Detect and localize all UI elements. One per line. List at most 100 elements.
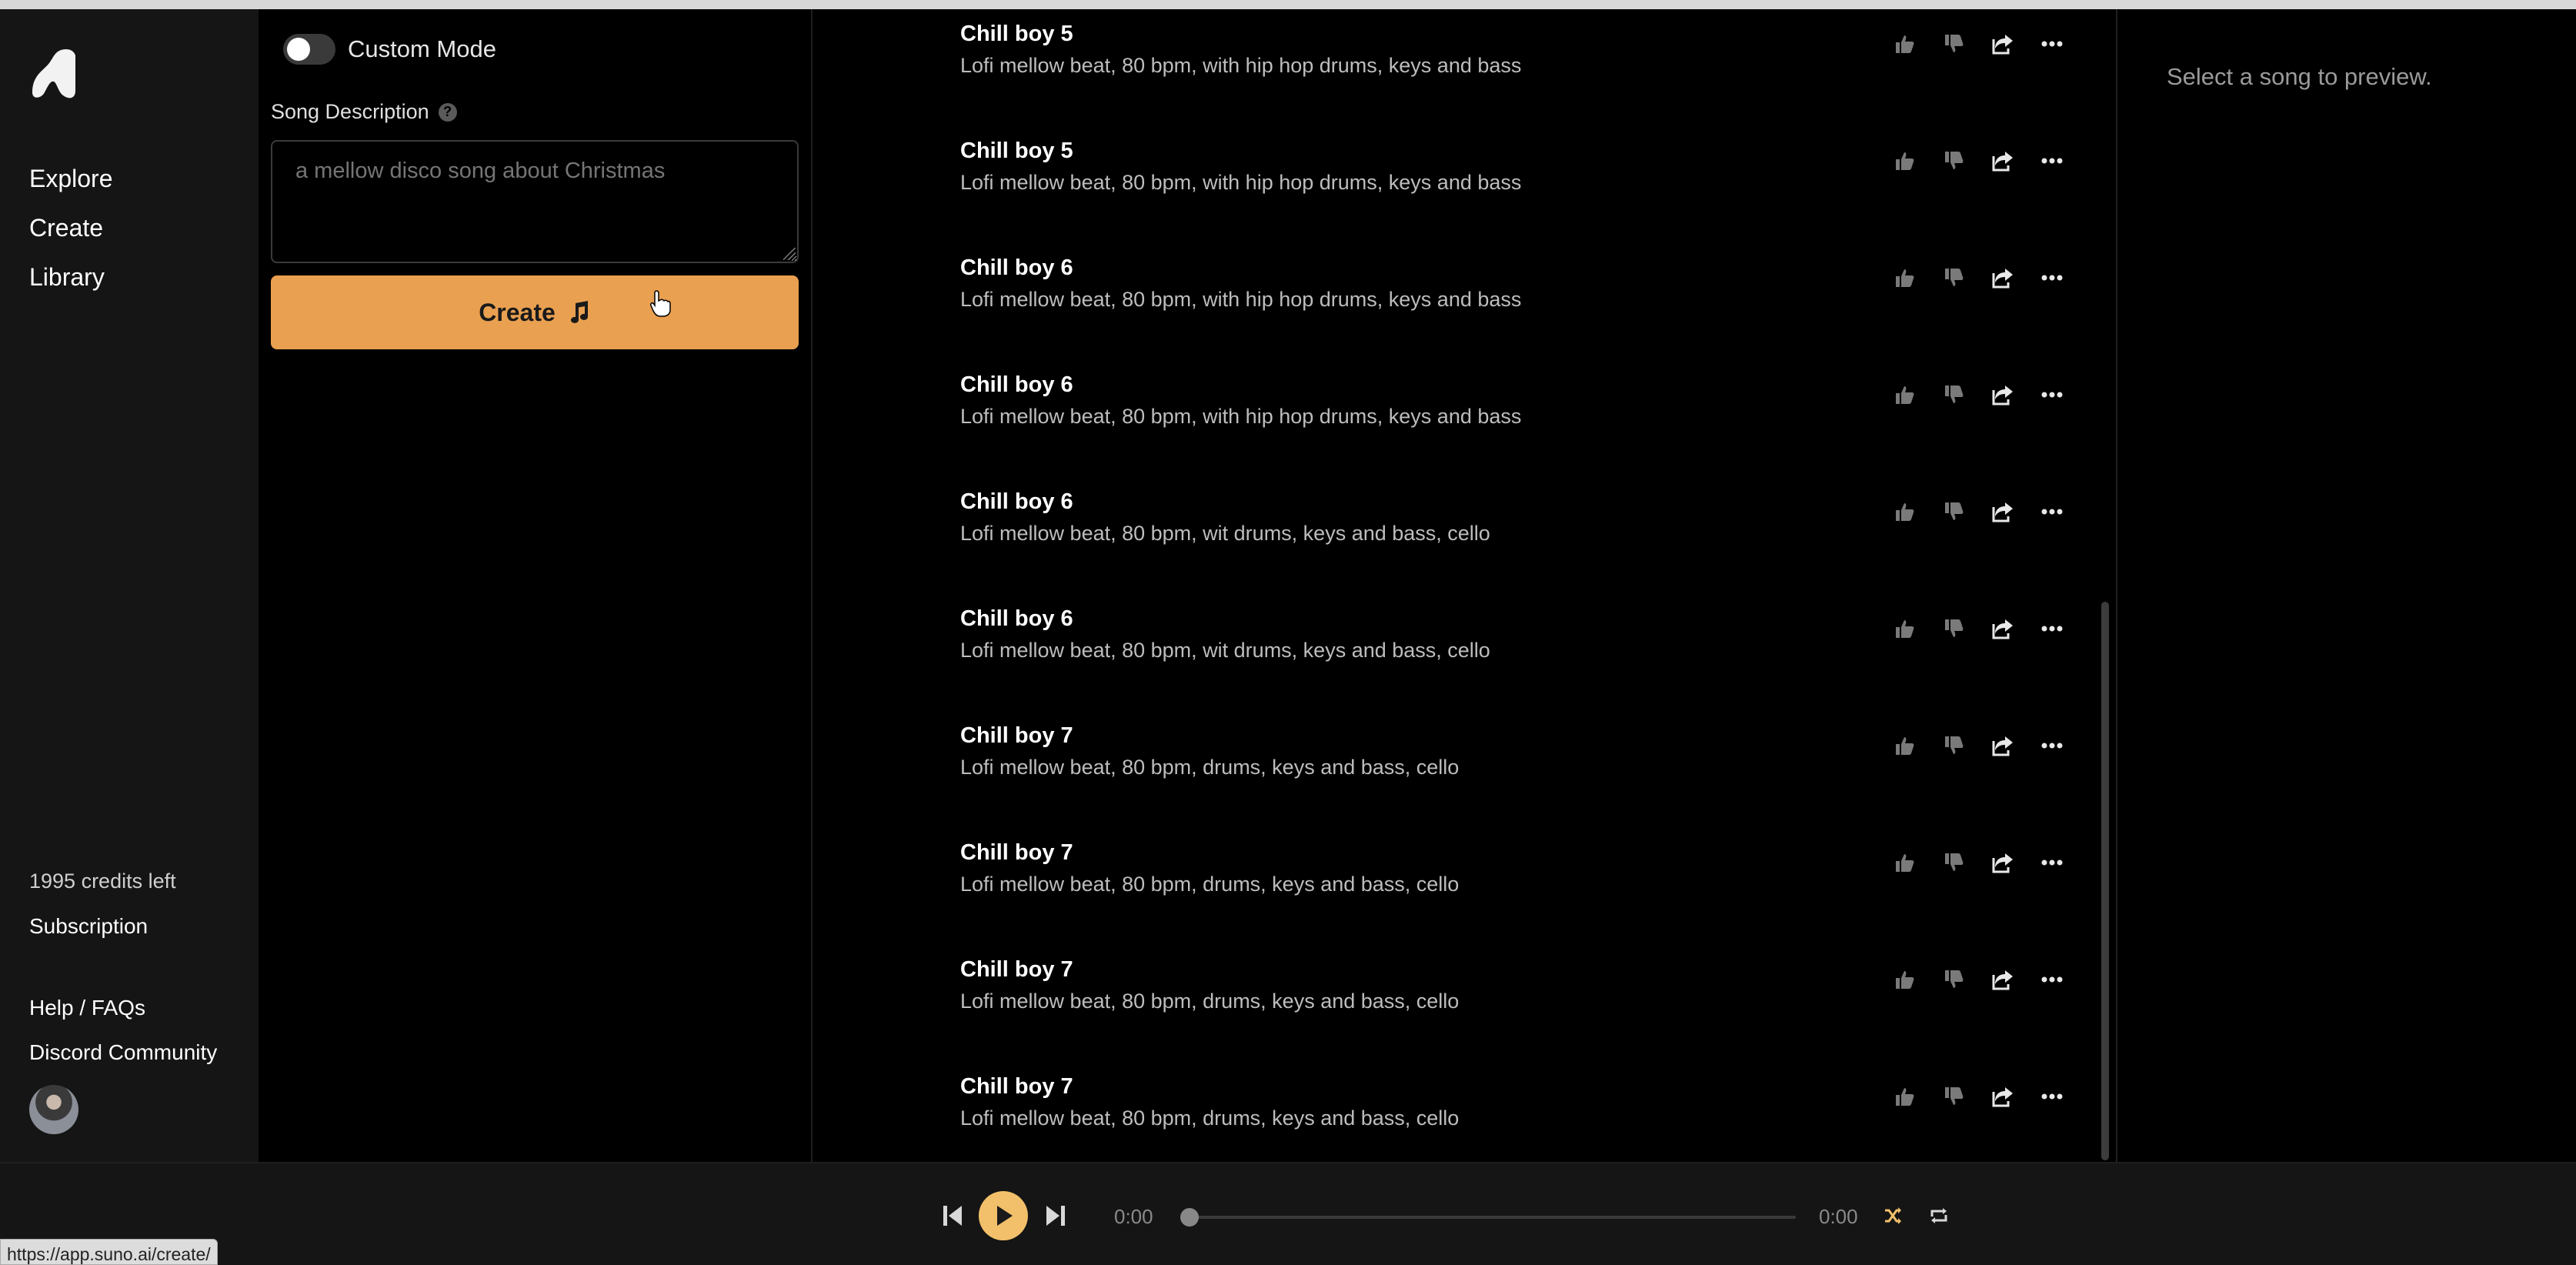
song-title[interactable]: Chill boy 7 <box>960 840 1073 866</box>
help-faqs-link[interactable]: Help / FAQs <box>29 996 145 1020</box>
song-description: Lofi mellow beat, 80 bpm, wit drums, key… <box>960 639 1490 662</box>
thumbs-up-icon <box>1894 969 1915 990</box>
dislike-button[interactable] <box>1940 733 1967 759</box>
dislike-button[interactable] <box>1940 382 1967 408</box>
dislike-button[interactable] <box>1940 966 1967 993</box>
share-button[interactable] <box>1990 382 2016 408</box>
play-icon <box>997 1206 1013 1226</box>
share-button[interactable] <box>1990 1083 2016 1110</box>
more-options-button[interactable] <box>2039 966 2065 993</box>
preview-panel: Select a song to preview. <box>2116 9 2576 1162</box>
like-button[interactable] <box>1891 382 1917 408</box>
like-button[interactable] <box>1891 966 1917 993</box>
share-button[interactable] <box>1990 966 2016 993</box>
dislike-button[interactable] <box>1940 31 1967 57</box>
more-options-button[interactable] <box>2039 849 2065 876</box>
song-title[interactable]: Chill boy 7 <box>960 723 1073 749</box>
share-button[interactable] <box>1990 31 2016 57</box>
like-button[interactable] <box>1891 31 1917 57</box>
suno-logo-icon[interactable] <box>28 45 77 103</box>
song-title[interactable]: Chill boy 6 <box>960 489 1073 515</box>
dislike-button[interactable] <box>1940 265 1967 291</box>
nav-create[interactable]: Create <box>29 203 113 252</box>
dislike-button[interactable] <box>1940 499 1967 525</box>
repeat-button[interactable] <box>1924 1191 1954 1240</box>
share-button[interactable] <box>1990 265 2016 291</box>
share-icon <box>1991 1086 2014 1107</box>
song-row[interactable]: Chill boy 7 Lofi mellow beat, 80 bpm, dru… <box>814 826 2091 943</box>
progress-handle[interactable] <box>1180 1208 1199 1227</box>
subscription-link[interactable]: Subscription <box>29 914 148 939</box>
next-track-button[interactable] <box>1034 1191 1077 1240</box>
like-button[interactable] <box>1891 148 1917 174</box>
song-row[interactable]: Chill boy 7 Lofi mellow beat, 80 bpm, dru… <box>814 1060 2091 1177</box>
like-button[interactable] <box>1891 265 1917 291</box>
song-row[interactable]: Chill boy 7 Lofi mellow beat, 80 bpm, dru… <box>814 709 2091 826</box>
share-button[interactable] <box>1990 499 2016 525</box>
play-button[interactable] <box>979 1191 1028 1240</box>
shuffle-button[interactable] <box>1877 1191 1908 1240</box>
song-row[interactable]: Chill boy 5 Lofi mellow beat, 80 bpm, wit… <box>814 8 2091 125</box>
more-options-button[interactable] <box>2039 616 2065 642</box>
share-icon <box>1991 852 2014 873</box>
resize-handle-icon[interactable] <box>783 248 796 260</box>
song-title[interactable]: Chill boy 7 <box>960 1074 1073 1100</box>
song-row[interactable]: Chill boy 6 Lofi mellow beat, 80 bpm, wit… <box>814 592 2091 709</box>
thumbs-up-icon <box>1894 735 1915 756</box>
more-options-button[interactable] <box>2039 382 2065 408</box>
previous-track-button[interactable] <box>931 1191 974 1240</box>
more-options-button[interactable] <box>2039 148 2065 174</box>
thumbs-up-icon <box>1894 1086 1915 1107</box>
more-icon <box>2041 743 2063 749</box>
song-row[interactable]: Chill boy 6 Lofi mellow beat, 80 bpm, wit… <box>814 476 2091 592</box>
like-button[interactable] <box>1891 499 1917 525</box>
thumbs-up-icon <box>1894 150 1915 172</box>
song-row[interactable]: Chill boy 5 Lofi mellow beat, 80 bpm, wit… <box>814 125 2091 242</box>
thumbs-down-icon <box>1943 852 1964 873</box>
share-button[interactable] <box>1990 616 2016 642</box>
nav-explore[interactable]: Explore <box>29 154 113 203</box>
more-icon <box>2041 41 2063 47</box>
like-button[interactable] <box>1891 616 1917 642</box>
toggle-knob <box>287 38 310 61</box>
credits-remaining: 1995 credits left <box>29 869 176 893</box>
more-options-button[interactable] <box>2039 31 2065 57</box>
song-description: Lofi mellow beat, 80 bpm, with hip hop d… <box>960 405 1522 428</box>
question-mark-icon[interactable]: ? <box>438 102 457 122</box>
like-button[interactable] <box>1891 1083 1917 1110</box>
more-options-button[interactable] <box>2039 499 2065 525</box>
dislike-button[interactable] <box>1940 148 1967 174</box>
song-description-input[interactable] <box>271 140 799 263</box>
thumbs-up-icon <box>1894 501 1915 522</box>
song-title[interactable]: Chill boy 6 <box>960 372 1073 398</box>
discord-community-link[interactable]: Discord Community <box>29 1040 217 1065</box>
progress-bar[interactable] <box>1180 1208 1796 1227</box>
dislike-button[interactable] <box>1940 616 1967 642</box>
song-row[interactable]: Chill boy 6 Lofi mellow beat, 80 bpm, wit… <box>814 359 2091 476</box>
create-button[interactable]: Create <box>271 275 799 349</box>
nav-library[interactable]: Library <box>29 252 113 302</box>
share-button[interactable] <box>1990 849 2016 876</box>
song-title[interactable]: Chill boy 6 <box>960 606 1073 632</box>
more-options-button[interactable] <box>2039 1083 2065 1110</box>
scrollbar-thumb[interactable] <box>2101 602 2109 1160</box>
song-row[interactable]: Chill boy 6 Lofi mellow beat, 80 bpm, wit… <box>814 242 2091 359</box>
song-row[interactable]: Chill boy 7 Lofi mellow beat, 80 bpm, dru… <box>814 943 2091 1060</box>
like-button[interactable] <box>1891 849 1917 876</box>
song-title[interactable]: Chill boy 6 <box>960 255 1073 281</box>
song-title[interactable]: Chill boy 7 <box>960 957 1073 983</box>
custom-mode-toggle[interactable] <box>283 34 335 65</box>
dislike-button[interactable] <box>1940 849 1967 876</box>
more-options-button[interactable] <box>2039 265 2065 291</box>
thumbs-down-icon <box>1943 501 1964 522</box>
song-title[interactable]: Chill boy 5 <box>960 22 1073 47</box>
more-options-button[interactable] <box>2039 733 2065 759</box>
avatar[interactable] <box>29 1085 78 1134</box>
like-button[interactable] <box>1891 733 1917 759</box>
share-button[interactable] <box>1990 733 2016 759</box>
share-button[interactable] <box>1990 148 2016 174</box>
dislike-button[interactable] <box>1940 1083 1967 1110</box>
status-bar-url: https://app.suno.ai/create/ <box>0 1239 218 1265</box>
song-title[interactable]: Chill boy 5 <box>960 139 1073 164</box>
preview-placeholder: Select a song to preview. <box>2167 63 2432 90</box>
